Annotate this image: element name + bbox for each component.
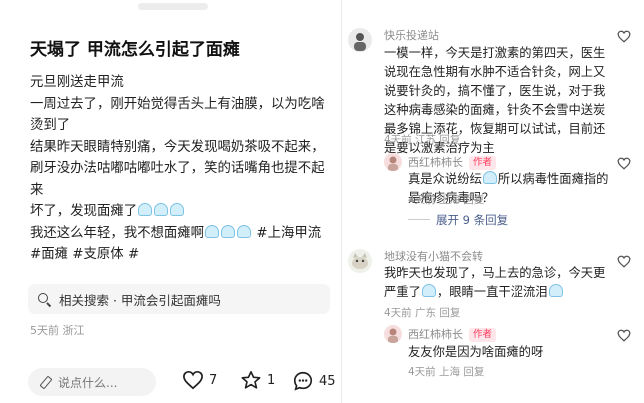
post-line: #面瘫 #支原体 # (30, 244, 336, 266)
post-line: 我还这么年轻，我不想面瘫啊 #上海甲流 (30, 223, 336, 245)
reply-time: 4天前 (408, 366, 436, 378)
reply-meta: 4天前 上海 回复 (408, 364, 484, 379)
reply-button[interactable]: 回复 (463, 366, 484, 378)
crying-emoji-icon (237, 224, 252, 238)
like-button[interactable]: 7 (182, 370, 217, 390)
reply-button[interactable]: 回复 (439, 307, 460, 319)
comment-count: 45 (319, 373, 336, 389)
reply-button[interactable]: 回复 (463, 194, 484, 206)
search-icon (38, 292, 51, 306)
reply-button[interactable]: 回复 (439, 134, 460, 146)
comment-location: 广东 (415, 307, 437, 319)
comment-location: 江苏 (415, 134, 437, 146)
avatar-figure-icon (388, 328, 398, 343)
avatar-cat-icon (352, 253, 368, 269)
avatar[interactable] (384, 153, 402, 171)
comment-meta: 4天前 广东 回复 (384, 305, 460, 320)
reply-text-part: 真是众说纷纭 (408, 172, 482, 186)
star-icon (241, 371, 261, 389)
pen-icon (40, 376, 52, 388)
reply-time: 4天前 (408, 194, 436, 206)
comment-like-icon[interactable] (617, 30, 631, 43)
post-line: 元旦刚送走甲流 (30, 75, 124, 90)
comment-text: 我昨天也发现了，马上去的急诊，今天更严重了 ，眼睛一直干涩流泪 (384, 264, 612, 302)
reply-username: 西红柿柿长 作者 (408, 154, 497, 170)
hashtag-link[interactable]: #上海甲流 (256, 226, 321, 241)
post-location: 浙江 (62, 324, 85, 337)
avatar[interactable] (348, 28, 372, 52)
comment-input[interactable]: 说点什么... (28, 368, 156, 396)
comment-placeholder: 说点什么... (58, 375, 118, 390)
reply-location: 上海 (439, 366, 461, 378)
crying-emoji-icon (138, 203, 153, 216)
comment-bubble-icon (293, 371, 313, 391)
like-count: 7 (209, 372, 218, 388)
comment-time: 4天前 (384, 134, 412, 146)
avatar-figure-icon (354, 33, 366, 51)
comment-button[interactable]: 45 (292, 370, 336, 392)
post-panel: 天塌了 甲流怎么引起了面瘫 元旦刚送走甲流 一周过去了，刚开始觉得舌头上有油膜，… (0, 0, 341, 403)
author-badge: 作者 (469, 156, 497, 170)
crying-emoji-icon (482, 171, 497, 184)
reply-username: 西红柿柿长 作者 (408, 326, 497, 342)
comment-username[interactable]: 快乐投递站 (384, 27, 439, 43)
comment-like-icon[interactable] (617, 255, 631, 268)
expand-replies-link[interactable]: 展开 9 条回复 (408, 212, 508, 228)
crying-emoji-icon (170, 203, 185, 216)
crying-emoji-icon (154, 203, 169, 216)
comment-text-part: ，眼睛一直干涩流泪 (436, 285, 548, 299)
reply-text: 友友你是因为啥面瘫的呀 (408, 345, 544, 359)
heart-icon (183, 370, 203, 390)
comment-time: 4天前 (384, 307, 412, 319)
crying-emoji-icon (221, 224, 236, 238)
reply-username-text[interactable]: 西红柿柿长 (408, 328, 463, 341)
related-search-text: 相关搜索 · 甲流会引起面瘫吗 (59, 292, 221, 308)
drag-handle[interactable] (138, 3, 208, 10)
hashtag-link[interactable]: #面瘫 (30, 247, 68, 262)
crying-emoji-icon (421, 284, 436, 297)
post-line-text: 坏了，发现面瘫了 (30, 204, 138, 219)
post-title: 天塌了 甲流怎么引起了面瘫 (30, 40, 240, 60)
hashtag-link[interactable]: # (128, 247, 139, 262)
comment-like-icon[interactable] (617, 157, 631, 170)
post-line: 结果昨天眼睛特别痛，今天发现喝奶茶吸不起来，刷牙没办法咕嘟咕嘟吐水了，笑的话嘴角… (30, 139, 325, 198)
comment-like-icon[interactable] (617, 329, 631, 342)
author-badge: 作者 (469, 328, 497, 342)
collect-count: 1 (267, 372, 276, 388)
avatar[interactable] (348, 249, 372, 273)
collect-button[interactable]: 1 (240, 370, 275, 390)
post-line: 坏了，发现面瘫了 (30, 201, 336, 223)
reply-username-text[interactable]: 西红柿柿长 (408, 156, 463, 169)
post-line-text: 我还这么年轻，我不想面瘫啊 (30, 225, 205, 241)
hashtag-link[interactable]: #支原体 (72, 247, 123, 262)
post-line: 一周过去了，刚开始觉得舌头上有油膜，以为吃啥烫到了 (30, 96, 325, 134)
post-meta: 5天前 浙江 (30, 322, 85, 338)
comments-panel: 快乐投递站 一模一样，今天是打激素的第四天，医生说现在急性期有水肿不适合针灸，网… (341, 0, 644, 403)
avatar-figure-icon (388, 156, 398, 171)
related-search-bar[interactable]: 相关搜索 · 甲流会引起面瘫吗 (28, 284, 330, 314)
reply-location: 上海 (439, 194, 461, 206)
bottom-action-bar: 说点什么... 7 1 45 (0, 360, 341, 403)
comment-meta: 4天前 江苏 回复 (384, 132, 460, 147)
post-time: 5天前 (30, 324, 59, 337)
crying-emoji-icon (548, 284, 563, 297)
reply-meta: 4天前 上海 回复 (408, 192, 484, 207)
crying-emoji-icon (205, 224, 220, 238)
post-body: 元旦刚送走甲流 一周过去了，刚开始觉得舌头上有油膜，以为吃啥烫到了 结果昨天眼睛… (30, 72, 336, 266)
avatar[interactable] (384, 325, 402, 343)
comment-username[interactable]: 地球没有小猫不会转 (384, 248, 483, 264)
